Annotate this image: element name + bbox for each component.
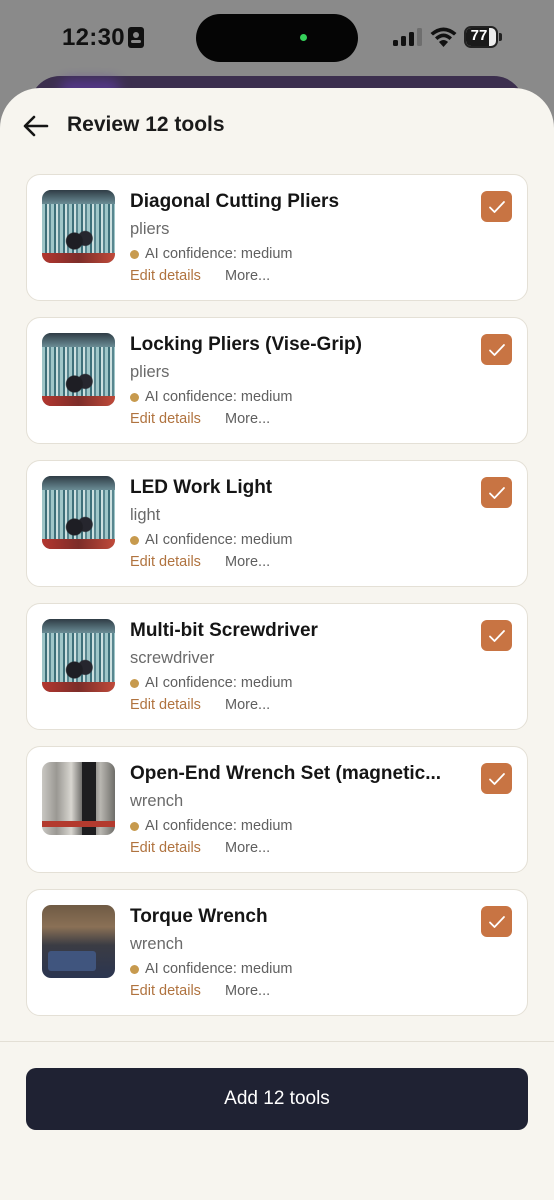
tool-thumbnail: [42, 762, 115, 835]
checkmark-icon: [488, 200, 505, 213]
tool-category: screwdriver: [130, 649, 215, 667]
sheet-header: Review 12 tools: [0, 88, 554, 164]
tool-thumbnail: [42, 333, 115, 406]
tool-name: Diagonal Cutting Pliers: [130, 191, 340, 212]
confidence-dot-icon: [130, 678, 139, 688]
wifi-icon: [430, 27, 457, 47]
more-link[interactable]: More...: [225, 554, 270, 570]
tool-name: Locking Pliers (Vise-Grip): [130, 334, 362, 355]
tool-category: wrench: [130, 792, 184, 810]
cellular-signal-icon: [393, 28, 422, 46]
status-bar: 12:30 77: [0, 0, 554, 76]
confidence-dot-icon: [130, 535, 139, 545]
more-link[interactable]: More...: [225, 268, 270, 284]
confidence-indicator: AI confidence: medium: [130, 960, 293, 978]
more-link[interactable]: More...: [225, 983, 270, 999]
arrow-left-icon: [23, 115, 49, 137]
select-checkbox[interactable]: [481, 620, 512, 651]
checkmark-icon: [488, 629, 505, 642]
confidence-dot-icon: [130, 392, 139, 402]
select-checkbox[interactable]: [481, 191, 512, 222]
tool-thumbnail: [42, 905, 115, 978]
select-checkbox[interactable]: [481, 763, 512, 794]
tool-category: light: [130, 506, 161, 524]
tool-thumbnail: [42, 619, 115, 692]
tool-card[interactable]: Locking Pliers (Vise-Grip) pliers AI con…: [26, 317, 528, 444]
select-checkbox[interactable]: [481, 477, 512, 508]
page-title: Review 12 tools: [67, 113, 225, 136]
confidence-dot-icon: [130, 249, 139, 259]
confidence-label: AI confidence: medium: [145, 961, 293, 977]
tool-category: pliers: [130, 220, 170, 238]
confidence-indicator: AI confidence: medium: [130, 531, 293, 549]
tool-list: Diagonal Cutting Pliers pliers AI confid…: [26, 174, 528, 1032]
confidence-dot-icon: [130, 821, 139, 831]
confidence-indicator: AI confidence: medium: [130, 245, 293, 263]
checkmark-icon: [488, 772, 505, 785]
footer-divider: [0, 1041, 554, 1042]
checkmark-icon: [488, 486, 505, 499]
tool-name: Torque Wrench: [130, 906, 268, 927]
confidence-indicator: AI confidence: medium: [130, 674, 293, 692]
tool-card[interactable]: LED Work Light light AI confidence: medi…: [26, 460, 528, 587]
tool-card[interactable]: Multi-bit Screwdriver screwdriver AI con…: [26, 603, 528, 730]
tool-thumbnail: [42, 190, 115, 263]
battery-percent: 77: [470, 27, 488, 44]
camera-indicator-dot: [300, 34, 307, 41]
edit-details-link[interactable]: Edit details: [130, 840, 201, 856]
confidence-indicator: AI confidence: medium: [130, 388, 293, 406]
checkmark-icon: [488, 343, 505, 356]
tool-card[interactable]: Open-End Wrench Set (magnetic... wrench …: [26, 746, 528, 873]
tool-name: LED Work Light: [130, 477, 273, 498]
edit-details-link[interactable]: Edit details: [130, 411, 201, 427]
select-checkbox[interactable]: [481, 334, 512, 365]
more-link[interactable]: More...: [225, 411, 270, 427]
tool-category: wrench: [130, 935, 184, 953]
confidence-dot-icon: [130, 964, 139, 974]
edit-details-link[interactable]: Edit details: [130, 554, 201, 570]
confidence-label: AI confidence: medium: [145, 675, 293, 691]
dynamic-island: [196, 14, 358, 62]
id-card-icon: [128, 27, 144, 48]
tool-card[interactable]: Torque Wrench wrench AI confidence: medi…: [26, 889, 528, 1016]
checkmark-icon: [488, 915, 505, 928]
battery-indicator: 77: [464, 26, 502, 48]
add-tools-button[interactable]: Add 12 tools: [26, 1068, 528, 1130]
edit-details-link[interactable]: Edit details: [130, 268, 201, 284]
confidence-label: AI confidence: medium: [145, 389, 293, 405]
edit-details-link[interactable]: Edit details: [130, 697, 201, 713]
tool-card[interactable]: Diagonal Cutting Pliers pliers AI confid…: [26, 174, 528, 301]
more-link[interactable]: More...: [225, 697, 270, 713]
confidence-label: AI confidence: medium: [145, 246, 293, 262]
tool-name: Open-End Wrench Set (magnetic...: [130, 763, 442, 784]
edit-details-link[interactable]: Edit details: [130, 983, 201, 999]
confidence-label: AI confidence: medium: [145, 818, 293, 834]
review-sheet: Review 12 tools Diagonal Cutting Pliers …: [0, 88, 554, 1200]
confidence-indicator: AI confidence: medium: [130, 817, 293, 835]
battery-cap: [499, 33, 502, 41]
more-link[interactable]: More...: [225, 840, 270, 856]
tool-category: pliers: [130, 363, 170, 381]
confidence-label: AI confidence: medium: [145, 532, 293, 548]
tool-thumbnail: [42, 476, 115, 549]
select-checkbox[interactable]: [481, 906, 512, 937]
status-time: 12:30: [62, 24, 125, 51]
tool-name: Multi-bit Screwdriver: [130, 620, 318, 641]
back-button[interactable]: [20, 110, 52, 142]
